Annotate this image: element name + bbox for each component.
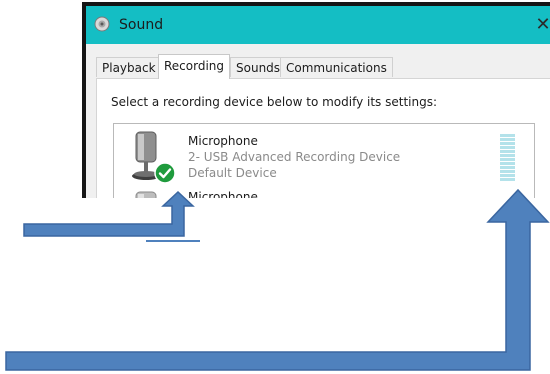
arrow-to-level-meter <box>5 188 550 371</box>
arrow-to-default-device <box>23 190 195 237</box>
annotation-arrows <box>5 188 550 371</box>
underline-marker <box>146 240 200 242</box>
tab-recording[interactable]: Recording <box>158 54 231 79</box>
